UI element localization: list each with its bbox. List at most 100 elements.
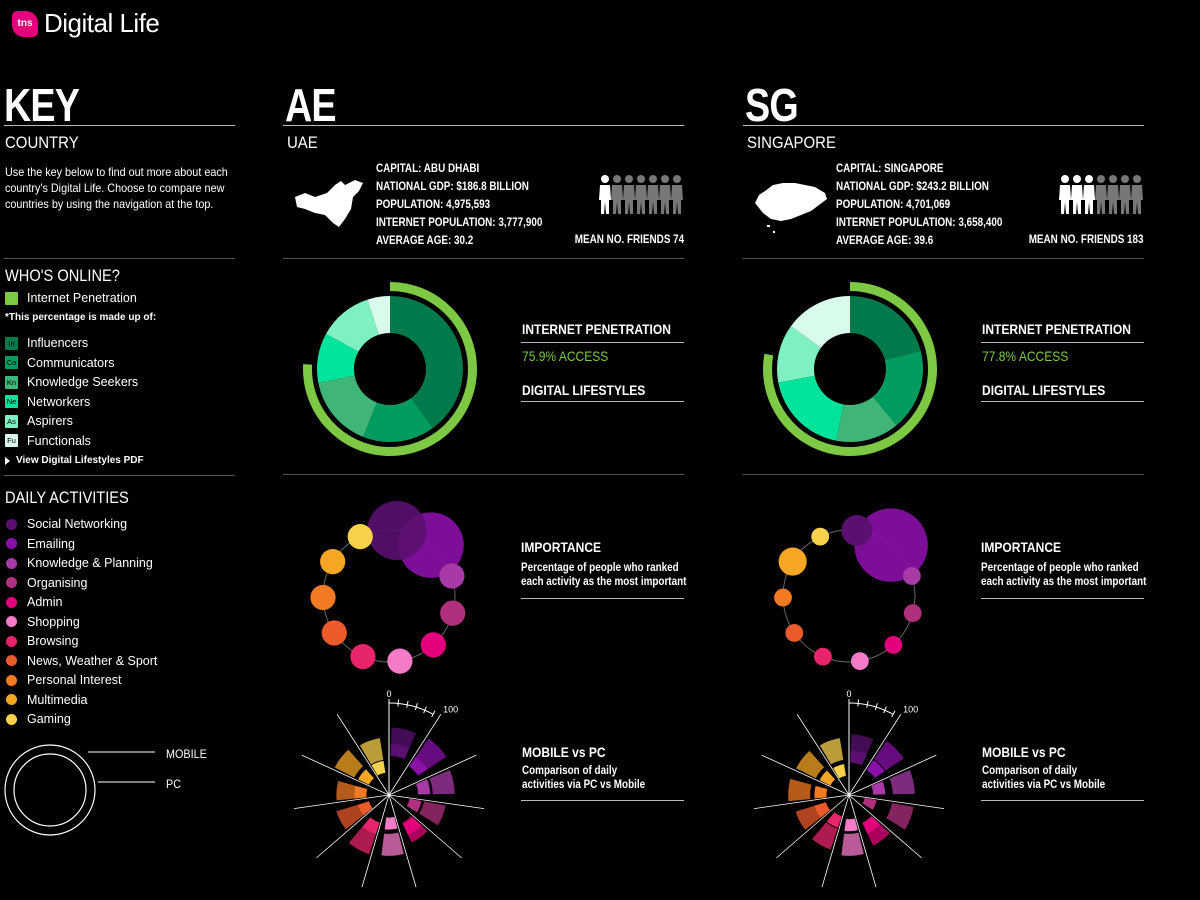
scale-tick [857,699,860,707]
person-body [1083,185,1095,214]
stat-line: CAPITAL: ABU DHABI [376,163,480,175]
importance-bubble [439,563,465,589]
person-icon [635,175,647,214]
mobile-bar [354,785,368,799]
lifestyle-donut-chart [303,282,477,456]
lifestyle-segment [850,296,921,361]
mobile-pc-description-line: Comparison of daily [522,765,618,777]
person-body [1095,185,1107,214]
activity-dot-icon [6,655,17,666]
pc-bar [334,749,364,778]
importance-description: Percentage of people who ranked each acti… [521,561,686,589]
pc-bar [359,738,384,765]
person-body [1131,185,1143,214]
mobile-bar [871,781,886,795]
person-body [659,185,671,214]
person-head [637,175,645,183]
person-icon [1131,175,1143,214]
mobile-bar [862,797,877,810]
mobile-bar [384,816,398,830]
brand[interactable]: tns Digital Life [12,8,160,39]
person-head [661,175,669,183]
stat-line: AVERAGE AGE: 30.2 [376,235,474,247]
person-body [1107,185,1119,214]
importance-title: IMPORTANCE [981,539,1062,555]
mobile-pc-description-line: Comparison of daily [982,765,1078,777]
importance-bubble [884,635,903,654]
mobile-ring [4,744,96,836]
person-icon [1059,175,1071,214]
person-body [1059,185,1071,214]
pc-bar [381,832,404,856]
scale-tick [866,700,869,708]
scale-tick [397,699,400,707]
importance-bubble [367,500,427,561]
person-icon [1071,175,1083,214]
person-body [647,185,659,214]
pc-bar [429,770,455,795]
activity-dot-icon [6,616,17,627]
divider [283,258,684,259]
stat-line: POPULATION: 4,701,069 [836,199,951,211]
mobile-bar [844,818,858,832]
mobile-bar [833,764,846,779]
legend-internet-penetration: Internet Penetration [5,291,137,305]
mobile-bar [358,769,374,785]
pc-bar [841,832,864,856]
pc-bar [796,750,825,779]
segment-swatch-icon: As [5,414,18,428]
activity-label: Shopping [27,614,80,629]
country-code: AE [285,79,337,131]
importance-bubble [350,644,376,670]
mobile-bar [406,798,422,813]
access-value: 75.9% ACCESS [522,348,609,364]
person-body [635,185,647,214]
stat-line: POPULATION: 4,975,593 [376,199,491,211]
lifestyles-title: DIGITAL LIFESTYLES [982,382,1106,398]
importance-description-line: each activity as the most important [981,576,1147,588]
country-heading: COUNTRY [5,133,79,152]
importance-bubble [347,524,373,550]
activity-dot-icon [6,596,17,608]
country-stats: CAPITAL: ABU DHABI NATIONAL GDP: $186.8 B… [376,160,542,250]
person-head [1121,175,1129,183]
legend-activity: Browsing [5,634,78,648]
country-name: UAE [287,133,318,152]
mean-friends: MEAN NO. FRIENDS 183 [1029,234,1144,246]
person-body [1071,185,1083,214]
key-title: KEY [4,79,80,131]
divider [521,800,684,801]
pdf-link[interactable]: View Digital Lifestyles PDF [5,455,144,466]
importance-bubble [811,527,830,546]
segment-label: Aspirers [27,414,73,428]
person-icon [1119,175,1131,214]
scale-max-label: 100 [903,704,918,714]
person-icon [1107,175,1119,214]
penetration-title: INTERNET PENETRATION [982,321,1131,337]
person-icon [671,175,683,214]
importance-bubble [321,620,347,646]
activity-label: News, Weather & Sport [27,653,158,668]
divider [283,125,684,126]
mobile-pc-title: MOBILE vs PC [522,744,606,760]
map-shape [755,183,827,233]
mean-friends: MEAN NO. FRIENDS 74 [574,234,684,246]
friends-people-icon [1059,175,1143,214]
mobile-pc-description: Comparison of daily activities via PC vs … [982,764,1105,792]
percentage-note: *This percentage is made up of: [5,312,157,323]
legend-activity: Social Networking [5,517,127,531]
scale-arc [848,702,894,715]
pc-legend-label: PC [166,777,182,791]
mobile-pc-description-line: activities via PC vs Mobile [522,779,646,791]
activity-label: Emailing [27,536,75,551]
country-map-icon [755,183,827,233]
person-icon [623,175,635,214]
person-body [1119,185,1131,214]
country-name: SINGAPORE [747,133,836,152]
divider [743,474,1144,475]
divider [981,800,1144,801]
person-head [613,175,621,183]
green-swatch-icon [5,291,18,305]
person-icon [611,175,623,214]
mobile-bar [814,785,828,799]
